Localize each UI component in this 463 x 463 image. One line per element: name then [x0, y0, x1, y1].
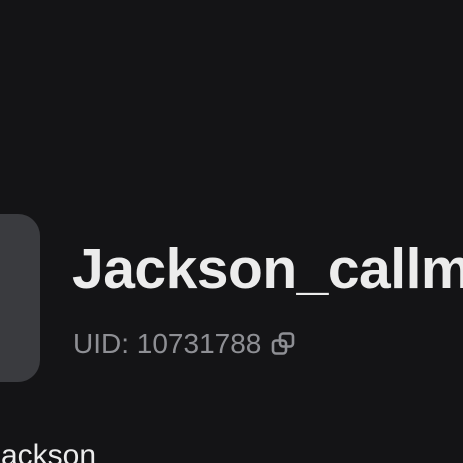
uid-row: UID: 10731788	[73, 326, 296, 362]
copy-icon[interactable]	[270, 331, 296, 357]
profile-display-name: Jackson	[0, 439, 97, 463]
avatar[interactable]	[0, 214, 40, 382]
profile-screen: Jackson_callme UID: 10731788 Jackson	[0, 0, 463, 463]
uid-label: UID: 10731788	[73, 328, 262, 359]
profile-username: Jackson_callme	[72, 237, 463, 301]
